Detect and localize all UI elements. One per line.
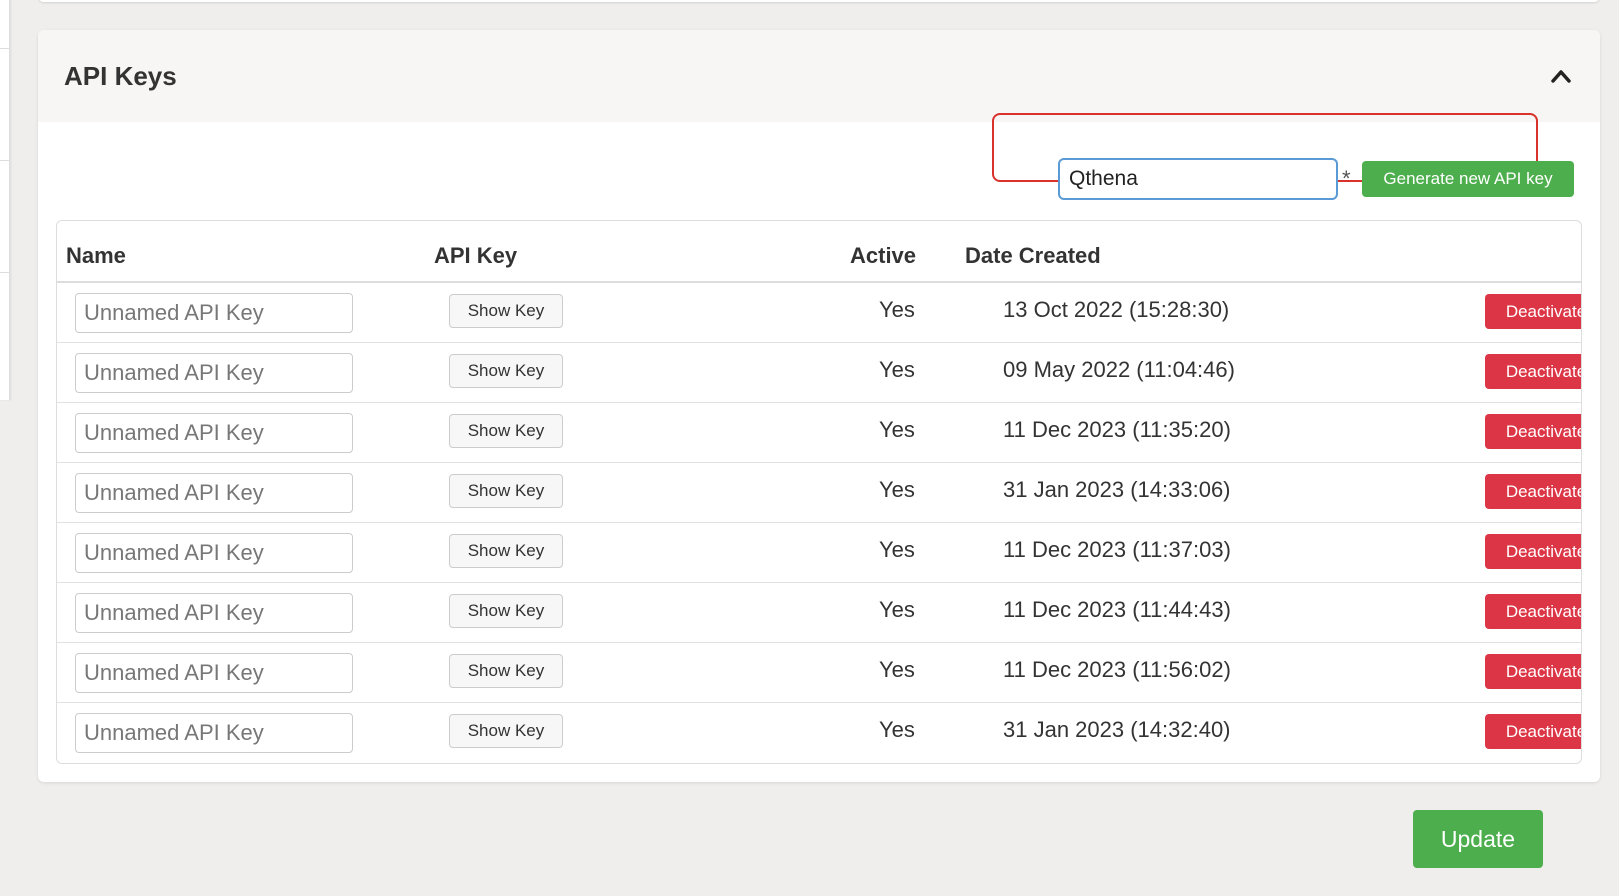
- show-key-button[interactable]: Show Key: [449, 474, 563, 508]
- key-name-input[interactable]: [75, 413, 353, 453]
- generate-api-key-button[interactable]: Generate new API key: [1362, 161, 1574, 197]
- table-row: Show Key Yes 09 May 2022 (11:04:46) Deactiv…: [57, 343, 1581, 403]
- panel-title: API Keys: [64, 60, 177, 91]
- show-key-button[interactable]: Show Key: [449, 534, 563, 568]
- deactivate-button[interactable]: Deactivate: [1485, 594, 1581, 629]
- show-key-button[interactable]: Show Key: [449, 594, 563, 628]
- api-keys-table: Name API Key Active Date Created Show Ke…: [56, 220, 1582, 764]
- date-created: 09 May 2022 (11:04:46): [1003, 357, 1235, 382]
- key-name-input[interactable]: [75, 353, 353, 393]
- sidebar-edge: [0, 0, 10, 400]
- show-key-button[interactable]: Show Key: [449, 654, 563, 688]
- date-created: 11 Dec 2023 (11:37:03): [1003, 537, 1231, 562]
- date-created: 31 Jan 2023 (14:32:40): [1003, 717, 1231, 742]
- date-created: 31 Jan 2023 (14:33:06): [1003, 477, 1231, 502]
- key-name-input[interactable]: [75, 653, 353, 693]
- table-row: Show Key Yes 11 Dec 2023 (11:56:02) Deactiv…: [57, 643, 1581, 703]
- table-row: Show Key Yes 11 Dec 2023 (11:37:03) Deactiv…: [57, 523, 1581, 583]
- table-row: Show Key Yes 11 Dec 2023 (11:44:43) Deactiv…: [57, 583, 1581, 643]
- deactivate-button[interactable]: Deactivate: [1485, 714, 1581, 749]
- previous-panel-edge: [38, 0, 1600, 2]
- panel-header: API Keys: [38, 30, 1600, 122]
- active-status: Yes: [879, 357, 915, 382]
- show-key-button[interactable]: Show Key: [449, 354, 563, 388]
- new-api-key-name-input[interactable]: [1058, 158, 1338, 200]
- date-created: 13 Oct 2022 (15:28:30): [1003, 297, 1230, 322]
- date-created: 11 Dec 2023 (11:44:43): [1003, 597, 1231, 622]
- column-header-active: Active: [850, 243, 917, 268]
- active-status: Yes: [879, 717, 915, 742]
- active-status: Yes: [879, 477, 915, 502]
- table-row: Show Key Yes 31 Jan 2023 (14:32:40) Deactiv…: [57, 703, 1581, 763]
- deactivate-button[interactable]: Deactivate: [1485, 294, 1581, 329]
- active-status: Yes: [879, 537, 915, 562]
- active-status: Yes: [879, 657, 915, 682]
- date-created: 11 Dec 2023 (11:56:02): [1003, 657, 1231, 682]
- deactivate-button[interactable]: Deactivate: [1485, 654, 1581, 689]
- table-header: Name API Key Active Date Created: [57, 221, 1581, 283]
- column-header-name: Name: [66, 243, 126, 268]
- active-status: Yes: [879, 297, 915, 322]
- required-marker: *: [1342, 166, 1351, 191]
- table-row: Show Key Yes 11 Dec 2023 (11:35:20) Deactiv…: [57, 403, 1581, 463]
- deactivate-button[interactable]: Deactivate: [1485, 474, 1581, 509]
- key-name-input[interactable]: [75, 473, 353, 513]
- table-row: Show Key Yes 13 Oct 2022 (15:28:30) Deactiv…: [57, 283, 1581, 343]
- table-body: Show Key Yes 13 Oct 2022 (15:28:30) Deactiv…: [57, 283, 1581, 763]
- deactivate-button[interactable]: Deactivate: [1485, 354, 1581, 389]
- active-status: Yes: [879, 417, 915, 442]
- column-header-date-created: Date Created: [965, 243, 1101, 268]
- column-header-api-key: API Key: [434, 243, 518, 268]
- deactivate-button[interactable]: Deactivate: [1485, 414, 1581, 449]
- update-button[interactable]: Update: [1413, 810, 1543, 868]
- deactivate-button[interactable]: Deactivate: [1485, 534, 1581, 569]
- table-row: Show Key Yes 31 Jan 2023 (14:33:06) Deactiv…: [57, 463, 1581, 523]
- key-name-input[interactable]: [75, 713, 353, 753]
- show-key-button[interactable]: Show Key: [449, 294, 563, 328]
- show-key-button[interactable]: Show Key: [449, 714, 563, 748]
- show-key-button[interactable]: Show Key: [449, 414, 563, 448]
- date-created: 11 Dec 2023 (11:35:20): [1003, 417, 1231, 442]
- key-name-input[interactable]: [75, 293, 353, 333]
- key-name-input[interactable]: [75, 593, 353, 633]
- chevron-up-icon[interactable]: [1548, 63, 1574, 89]
- active-status: Yes: [879, 597, 915, 622]
- key-name-input[interactable]: [75, 533, 353, 573]
